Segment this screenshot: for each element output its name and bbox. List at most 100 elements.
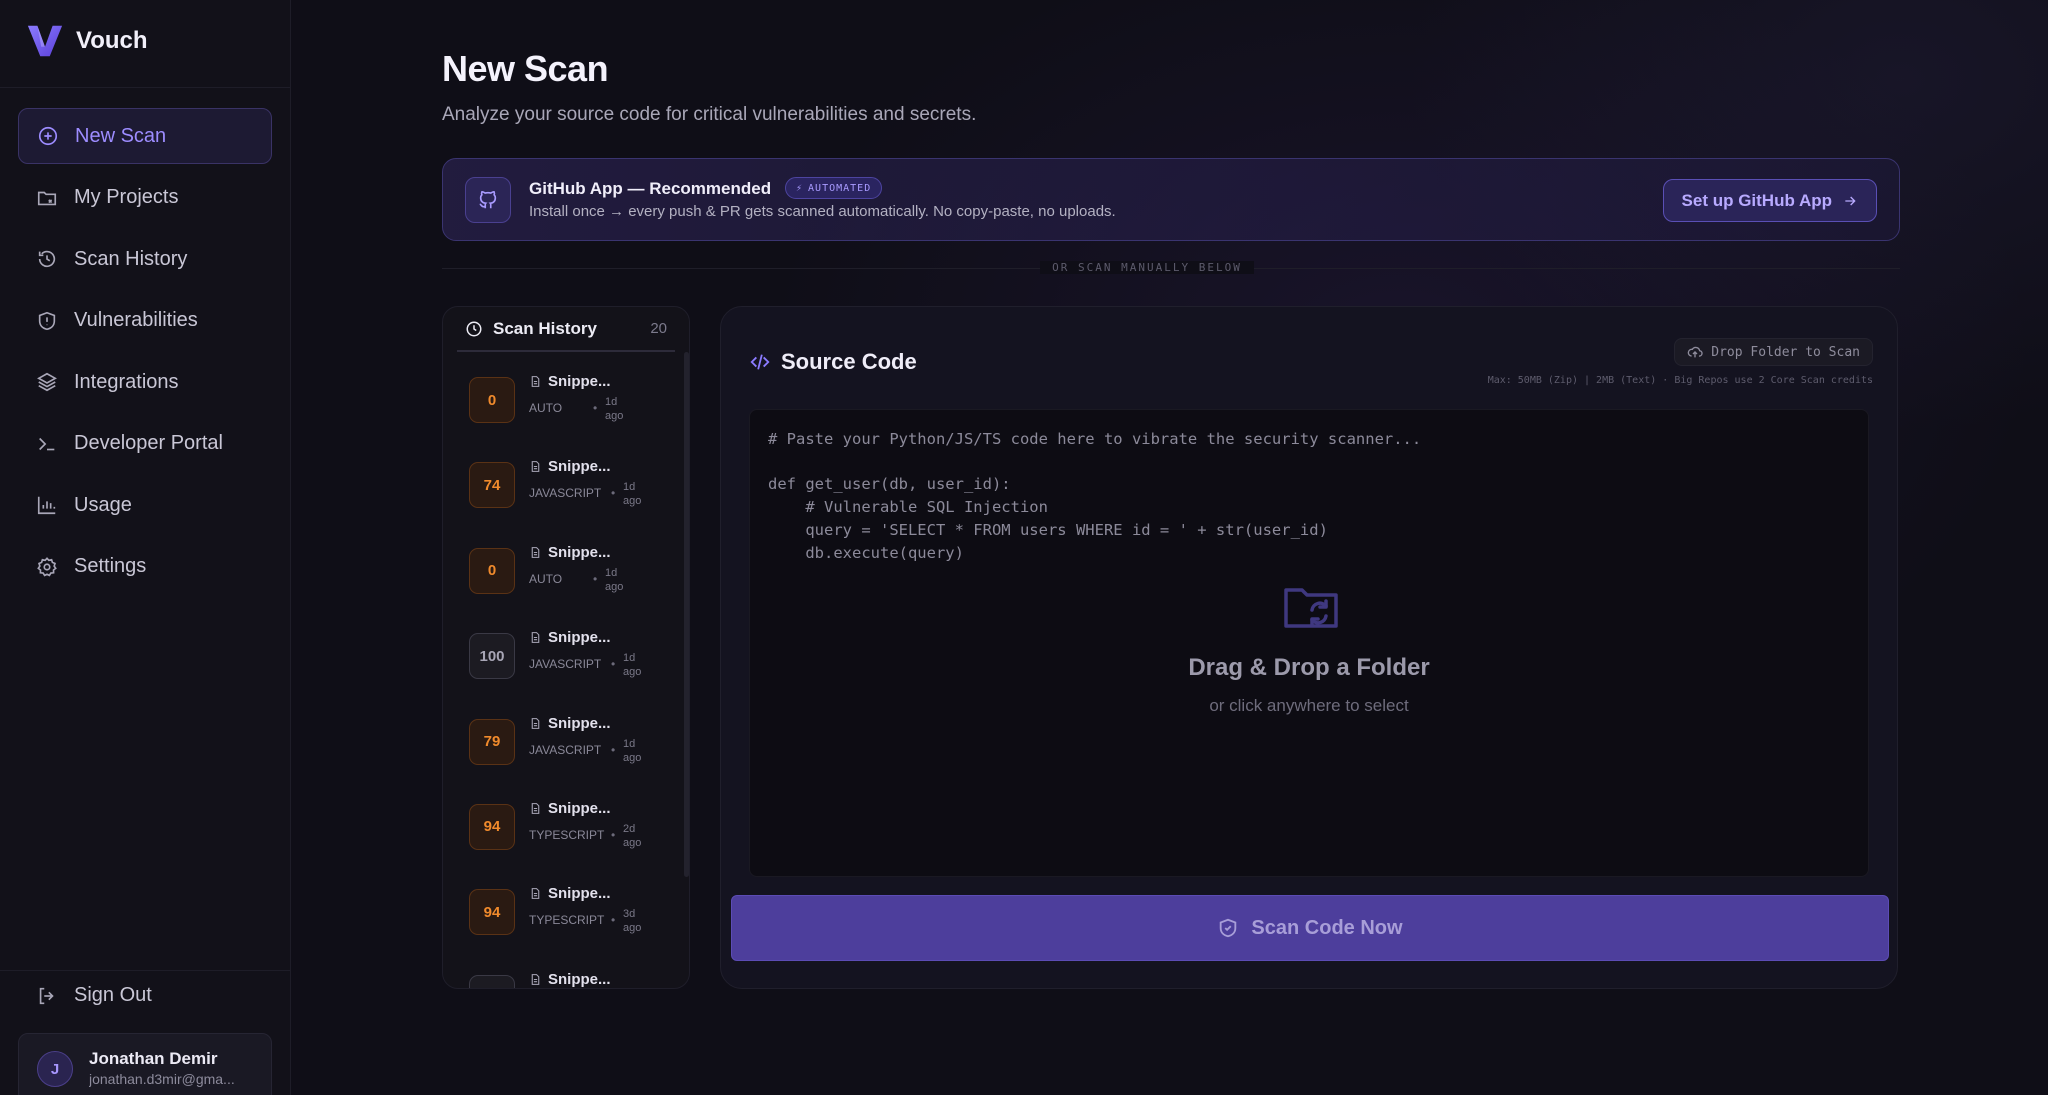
score-badge: 94 [469, 889, 515, 936]
bar-chart-icon [37, 496, 56, 515]
score-badge: 0 [469, 377, 515, 423]
shield-alert-icon [38, 311, 56, 330]
snippet-name: Snippe... [529, 800, 611, 817]
arrow-right-icon [1845, 196, 1856, 205]
snippet-name: Snippe... [529, 629, 611, 646]
snippet-name-label: Snippe... [548, 714, 611, 732]
snippet-name: Snippe... [529, 885, 611, 902]
folder-icon [37, 191, 57, 205]
code-editor[interactable]: # Paste your Python/JS/TS code here to v… [749, 409, 1869, 877]
language-label: JAVASCRIPT [529, 657, 602, 672]
separator-dot: • [593, 571, 598, 586]
scrollbar[interactable] [684, 352, 689, 877]
scan-manually-label: OR SCAN MANUALLY BELOW [1040, 261, 1254, 274]
upload-limits: Max: 50MB (Zip) | 2MB (Text) · Big Repos… [1487, 375, 1873, 386]
scan-history-header: Scan History 20 [457, 307, 675, 352]
user-card[interactable]: J Jonathan Demir jonathan.d3mir@gma... [18, 1033, 272, 1095]
sidebar-item-integrations[interactable]: Integrations [18, 354, 272, 410]
github-banner-title: GitHub App — Recommended [529, 179, 772, 198]
snippet-name-label: Snippe... [548, 885, 611, 903]
sidebar-item-label: Usage [74, 493, 132, 516]
sidebar-item-settings[interactable]: Settings [18, 539, 272, 595]
list-item[interactable]: 0 Snippe... AUTO • 1d ago [443, 359, 683, 444]
time-ago: 1d ago [605, 396, 624, 422]
time-ago: 1d ago [623, 652, 642, 679]
file-icon [531, 803, 540, 814]
shield-check-icon [1220, 918, 1237, 938]
source-code-header: Source Code [749, 349, 917, 375]
score-badge [469, 974, 515, 988]
scan-history-count: 20 [650, 320, 667, 337]
sidebar-item-vulnerabilities[interactable]: Vulnerabilities [18, 293, 272, 349]
sidebar-item-label: Developer Portal [74, 432, 223, 454]
github-icon [465, 177, 511, 223]
snippet-name-label: Snippe... [548, 373, 611, 390]
sidebar-item-usage[interactable]: Usage [18, 477, 272, 533]
scan-manually-divider: OR SCAN MANUALLY BELOW [0, 261, 2048, 274]
drop-folder-button[interactable]: Drop Folder to Scan [1674, 338, 1873, 366]
page-title: New Scan [442, 48, 609, 89]
sidebar-item-my-projects[interactable]: My Projects [18, 170, 272, 226]
list-item[interactable]: 100 Snippe... JAVASCRIPT • 1d ago [443, 615, 683, 700]
sidebar-nav: New Scan My Projects Scan History Vulner… [18, 108, 272, 600]
sign-out-label: Sign Out [74, 984, 152, 1006]
sidebar-item-scan-history[interactable]: Scan History [18, 231, 272, 287]
snippet-name-label: Snippe... [548, 543, 611, 561]
score-badge: 74 [469, 462, 515, 509]
time-ago: 1d ago [623, 481, 642, 508]
setup-github-app-button[interactable]: Set up GitHub App [1662, 179, 1877, 222]
scan-code-now-button[interactable]: Scan Code Now [731, 895, 1889, 961]
language-label: TYPESCRIPT [529, 827, 605, 842]
vouch-logo-icon [27, 25, 63, 57]
clock-icon [466, 321, 482, 336]
snippet-name: Snippe... [529, 715, 611, 732]
sidebar-item-developer-portal[interactable]: Developer Portal [18, 416, 272, 472]
gear-icon [37, 556, 57, 576]
brand[interactable]: Vouch [26, 22, 148, 60]
setup-github-app-label: Set up GitHub App [1681, 190, 1832, 210]
time-ago: 1d ago [605, 566, 624, 593]
drop-folder-label: Drop Folder to Scan [1711, 344, 1860, 360]
source-code-panel: Source Code Drop Folder to Scan Max: 50M… [720, 306, 1898, 989]
code-icon [750, 354, 770, 370]
brand-name: Vouch [76, 27, 148, 54]
language-label: AUTO [529, 571, 563, 586]
list-item[interactable]: 79 Snippe... JAVASCRIPT • 1d ago [443, 701, 683, 786]
list-item[interactable]: 74 Snippe... JAVASCRIPT • 1d ago [443, 444, 683, 529]
folder-sync-icon [1284, 588, 1338, 628]
separator-dot: • [611, 913, 616, 928]
sidebar-divider [0, 970, 290, 971]
list-item[interactable]: 94 Snippe... TYPESCRIPT • 3d ago [443, 871, 683, 956]
score-badge: 79 [469, 718, 515, 765]
list-item[interactable]: 0 Snippe... AUTO • 1d ago [443, 530, 683, 615]
layers-icon [37, 372, 57, 392]
file-icon [531, 888, 540, 900]
snippet-name: Snippe... [529, 544, 611, 561]
code-input[interactable]: # Paste your Python/JS/TS code here to v… [768, 428, 1421, 564]
list-item[interactable]: 94 Snippe... TYPESCRIPT • 2d ago [443, 786, 683, 871]
sidebar-item-new-scan[interactable]: New Scan [18, 108, 272, 164]
sign-out-button[interactable]: Sign Out [36, 984, 152, 1007]
snippet-name-label: Snippe... [548, 629, 611, 647]
cloud-upload-icon [1687, 346, 1703, 358]
automated-badge: ⚡ AUTOMATED [785, 177, 883, 199]
file-icon [531, 546, 540, 558]
github-banner-description: Install once → every push & PR gets scan… [529, 203, 1116, 220]
sidebar-item-label: Settings [74, 555, 147, 577]
score-badge: 100 [469, 633, 515, 680]
sidebar-item-label: Vulnerabilities [74, 309, 198, 331]
page-subtitle: Analyze your source code for critical vu… [442, 104, 977, 125]
user-email: jonathan.d3mir@gma... [89, 1071, 235, 1087]
avatar: J [37, 1051, 73, 1087]
drop-zone-title: Drag & Drop a Folder [1188, 654, 1430, 681]
file-icon [531, 973, 540, 985]
scan-code-now-label: Scan Code Now [1251, 916, 1403, 939]
snippet-name-label: Snippe... [548, 458, 611, 476]
sidebar-divider [0, 87, 290, 88]
user-name: Jonathan Demir [89, 1049, 218, 1068]
bolt-icon: ⚡ [796, 182, 804, 194]
score-badge: 94 [469, 803, 515, 850]
list-item[interactable]: Snippe... [443, 957, 683, 988]
snippet-name: Snippe... [529, 458, 611, 475]
time-ago: 3d ago [623, 908, 642, 935]
